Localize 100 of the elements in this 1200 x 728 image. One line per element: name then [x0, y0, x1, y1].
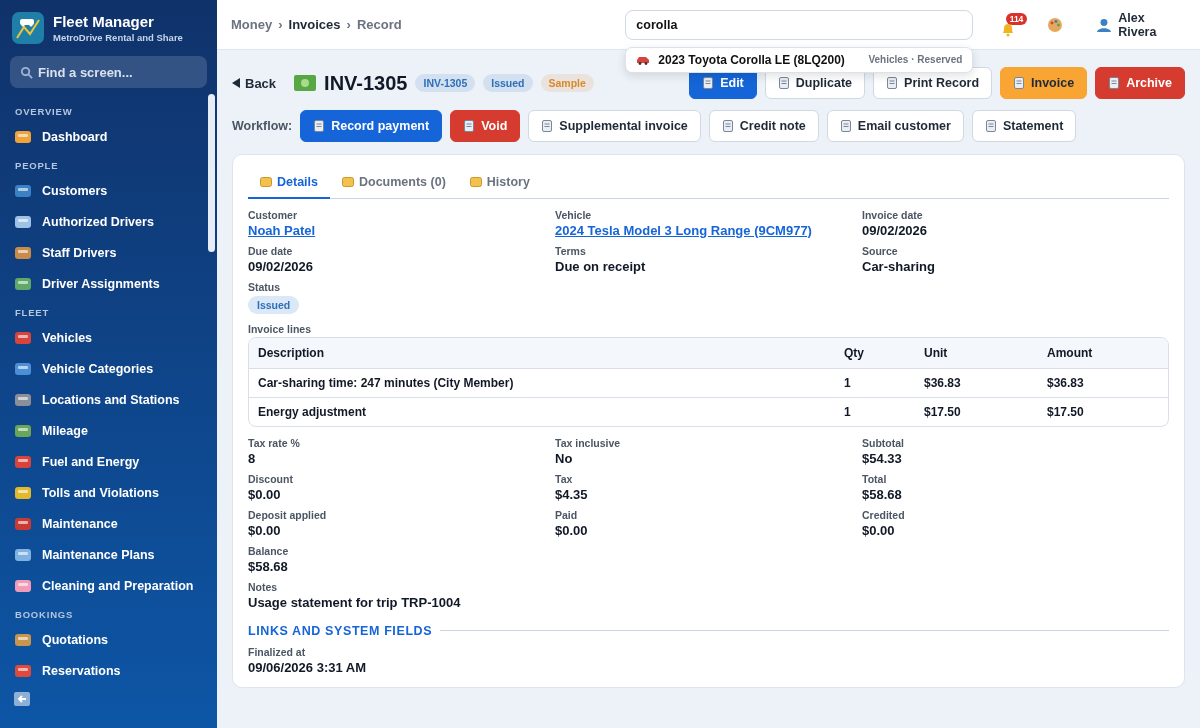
field-label: Deposit applied — [248, 508, 327, 521]
nav-item[interactable]: Fuel and Energy — [14, 446, 203, 477]
field-link[interactable]: Noah Patel — [248, 222, 316, 238]
workflow-button[interactable]: Record payment — [300, 110, 443, 142]
notification-count-badge: 114 — [1005, 12, 1028, 25]
tab[interactable]: History — [457, 167, 542, 199]
field-value: Car-sharing — [862, 258, 935, 274]
result-meta: Vehicles · Reserved — [868, 54, 963, 65]
app-title: Fleet Manager — [53, 13, 155, 30]
field-label: Invoice date — [862, 208, 923, 221]
field-value: No — [555, 450, 573, 466]
column-header: Amount — [1046, 344, 1094, 362]
user-menu[interactable]: Alex Rivera — [1097, 10, 1186, 39]
field-label: Tax rate % — [248, 436, 300, 449]
field-label: Due date — [248, 244, 293, 257]
nav-item[interactable]: Maintenance — [14, 508, 203, 539]
action-button[interactable]: Invoice — [1000, 67, 1088, 99]
field-value: $58.68 — [248, 558, 288, 574]
nav-section-heading: BOOKINGS — [15, 609, 75, 620]
collapse-sidebar-icon[interactable] — [14, 692, 30, 706]
nav-item[interactable]: Quotations — [14, 624, 203, 655]
field-value: Usage statement for trip TRP-1004 — [248, 594, 461, 610]
tab-icon — [469, 176, 482, 188]
scrollbar[interactable] — [208, 94, 215, 252]
document-icon — [777, 77, 790, 89]
status-badge: Issued — [248, 295, 300, 314]
table-cell-text: Car-sharing time: 247 minutes (City Member) — [257, 374, 515, 392]
field-label: Discount — [248, 472, 293, 485]
field-label: Balance — [248, 544, 289, 557]
nav-section-heading: FLEET — [15, 307, 51, 318]
column-header: Description — [257, 344, 325, 362]
nav-section-heading: OVERVIEW — [15, 106, 74, 117]
record-badge: Issued — [483, 74, 533, 92]
nav-item[interactable]: Reservations — [14, 655, 203, 686]
workflow-button[interactable]: Statement — [971, 110, 1077, 142]
field-value: 09/02/2026 — [862, 222, 928, 238]
notifications-button[interactable]: 114 — [1001, 12, 1028, 37]
breadcrumb-link[interactable]: Invoices — [288, 17, 341, 32]
workflow-button[interactable]: Email customer — [826, 110, 964, 142]
breadcrumb-link[interactable]: Money — [231, 17, 273, 32]
workflow-button[interactable]: Void — [450, 110, 521, 142]
tab-icon — [342, 176, 354, 188]
triangle-left-icon — [232, 78, 241, 88]
workflow-button[interactable]: Credit note — [708, 110, 819, 142]
tab[interactable]: Documents (0) — [330, 167, 458, 199]
search-result[interactable]: 2023 Toyota Corolla LE (8LQ200) Vehicles · Reserved — [626, 47, 973, 72]
field-label: Terms — [555, 244, 586, 257]
nav-section-heading: PEOPLE — [15, 160, 60, 171]
workflow-button[interactable]: Supplemental invoice — [528, 110, 701, 142]
field-label: Credited — [862, 508, 905, 521]
table-cell-text: $17.50 — [1046, 403, 1085, 421]
field-value: $0.00 — [248, 522, 281, 538]
nav-item[interactable]: Vehicle Categories — [14, 353, 203, 384]
document-icon — [541, 120, 554, 132]
field-label: Invoice lines — [248, 322, 313, 335]
nav-item[interactable]: Dashboard — [14, 121, 203, 152]
field-label: Customer — [248, 208, 297, 221]
nav-item[interactable]: Maintenance Plans — [14, 539, 203, 570]
column-header: Qty — [843, 344, 865, 362]
record-badge: INV-1305 — [415, 74, 476, 92]
record-title: INV-1305 — [324, 71, 408, 95]
document-icon — [702, 77, 715, 89]
nav-item[interactable]: Staff Drivers — [14, 237, 203, 268]
document-icon — [839, 120, 852, 132]
breadcrumb-link[interactable]: Record — [356, 17, 402, 32]
field-value: 09/06/2026 3:31 AM — [248, 659, 367, 675]
nav-item[interactable]: Vehicles — [14, 322, 203, 353]
field-value: 09/02/2026 — [248, 258, 314, 274]
field-value: $0.00 — [862, 522, 895, 538]
workflow-label: Workflow: — [232, 119, 293, 133]
bell-icon — [1001, 21, 1016, 37]
action-button[interactable]: Archive — [1095, 67, 1185, 99]
field-label: Vehicle — [555, 208, 592, 221]
palette-icon[interactable] — [1047, 16, 1064, 33]
field-label: Total — [862, 472, 887, 485]
field-value: $58.68 — [862, 486, 902, 502]
field-value: $0.00 — [248, 486, 281, 502]
nav-item[interactable]: Authorized Drivers — [14, 206, 203, 237]
tab[interactable]: Details — [248, 167, 330, 199]
table-cell-text: Energy adjustment — [257, 403, 368, 421]
user-icon — [1097, 17, 1112, 32]
field-label: Notes — [248, 580, 278, 593]
field-label: Subtotal — [862, 436, 904, 449]
breadcrumb-separator: › — [278, 17, 283, 32]
section-heading: LINKS AND SYSTEM FIELDS — [248, 623, 433, 638]
global-search-field[interactable]: corolla — [625, 9, 974, 40]
nav-item[interactable]: Driver Assignments — [14, 268, 203, 299]
field-label: Tax inclusive — [555, 436, 621, 449]
document-icon — [984, 120, 997, 132]
column-header: Unit — [923, 344, 949, 362]
nav-item[interactable]: Locations and Stations — [14, 384, 203, 415]
nav-item[interactable]: Cleaning and Preparation — [14, 570, 203, 601]
nav-item[interactable]: Customers — [14, 175, 203, 206]
back-button[interactable]: Back — [232, 75, 287, 91]
nav-item[interactable]: Tolls and Violations — [14, 477, 203, 508]
field-link[interactable]: 2024 Tesla Model 3 Long Range (9CM977) — [555, 222, 812, 238]
record-badge: Sample — [540, 74, 594, 92]
document-icon — [886, 77, 899, 89]
document-icon — [721, 120, 734, 132]
nav-item[interactable]: Mileage — [14, 415, 203, 446]
